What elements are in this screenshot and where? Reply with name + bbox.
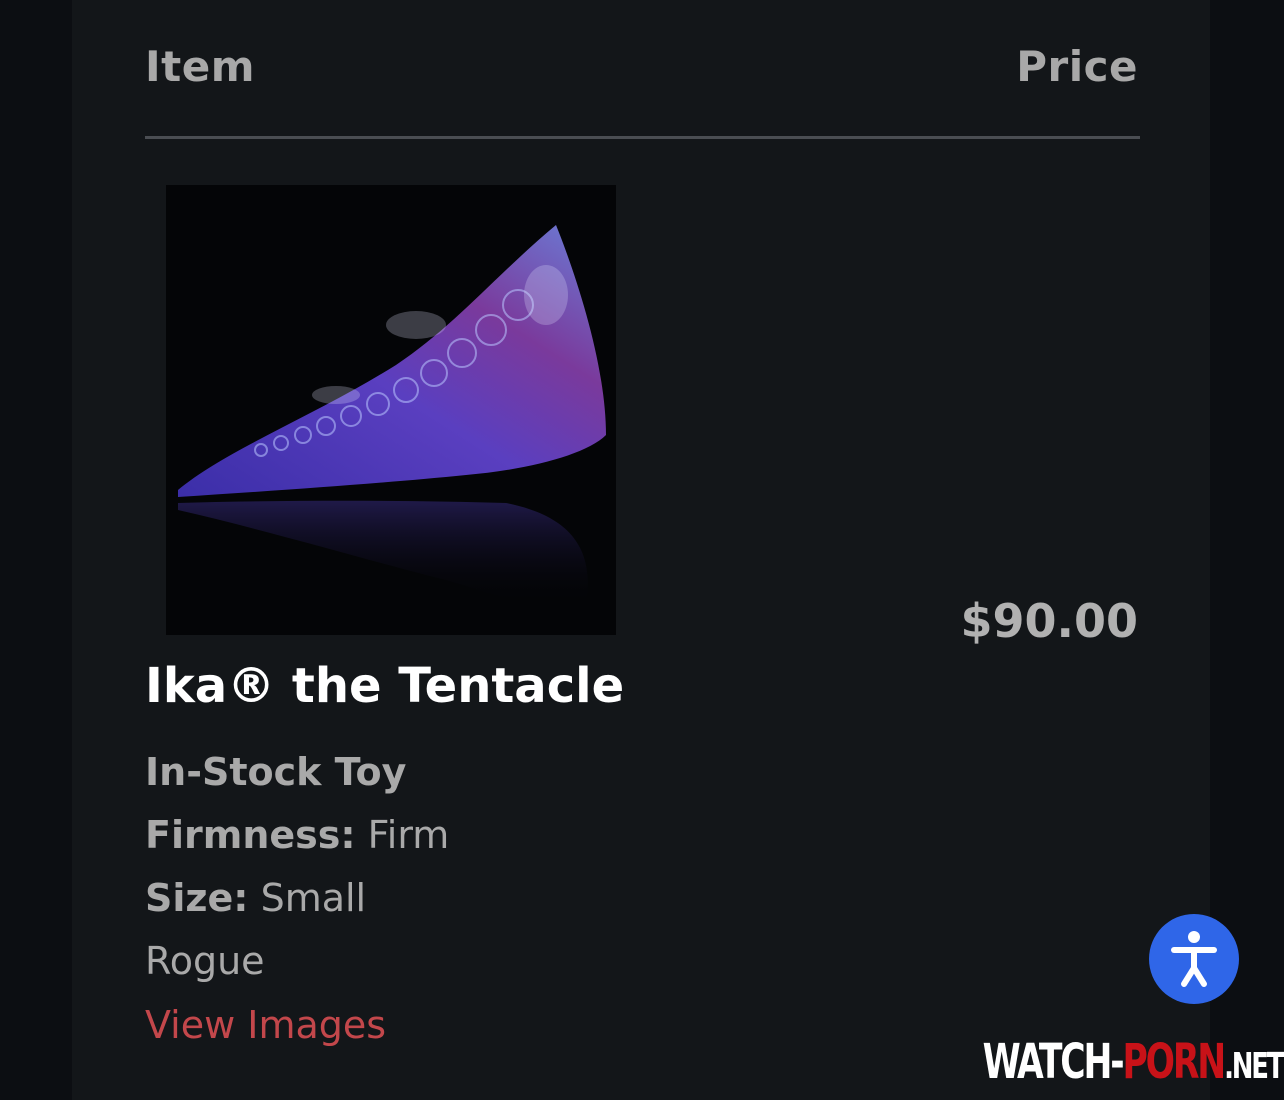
header-divider	[145, 136, 1140, 139]
firmness-value: Firm	[367, 813, 450, 857]
size-row: Size: Small	[145, 876, 366, 920]
firmness-row: Firmness: Firm	[145, 813, 449, 857]
tentacle-image-graphic	[166, 185, 616, 635]
product-title[interactable]: Ika® the Tentacle	[145, 658, 624, 714]
accessibility-button[interactable]	[1149, 914, 1239, 1004]
product-image[interactable]	[166, 185, 616, 635]
size-label: Size:	[145, 876, 249, 920]
stock-status: In-Stock Toy	[145, 750, 407, 794]
item-price: $90.00	[960, 594, 1138, 648]
column-header-price: Price	[1016, 42, 1138, 91]
view-images-link[interactable]: View Images	[145, 1003, 386, 1047]
accessibility-icon	[1171, 931, 1217, 987]
firmness-label: Firmness:	[145, 813, 356, 857]
color-value: Rogue	[145, 939, 265, 983]
watermark-logo: WATCH-PORN.NET	[982, 1034, 1284, 1090]
size-value: Small	[260, 876, 367, 920]
column-header-item: Item	[145, 42, 255, 91]
